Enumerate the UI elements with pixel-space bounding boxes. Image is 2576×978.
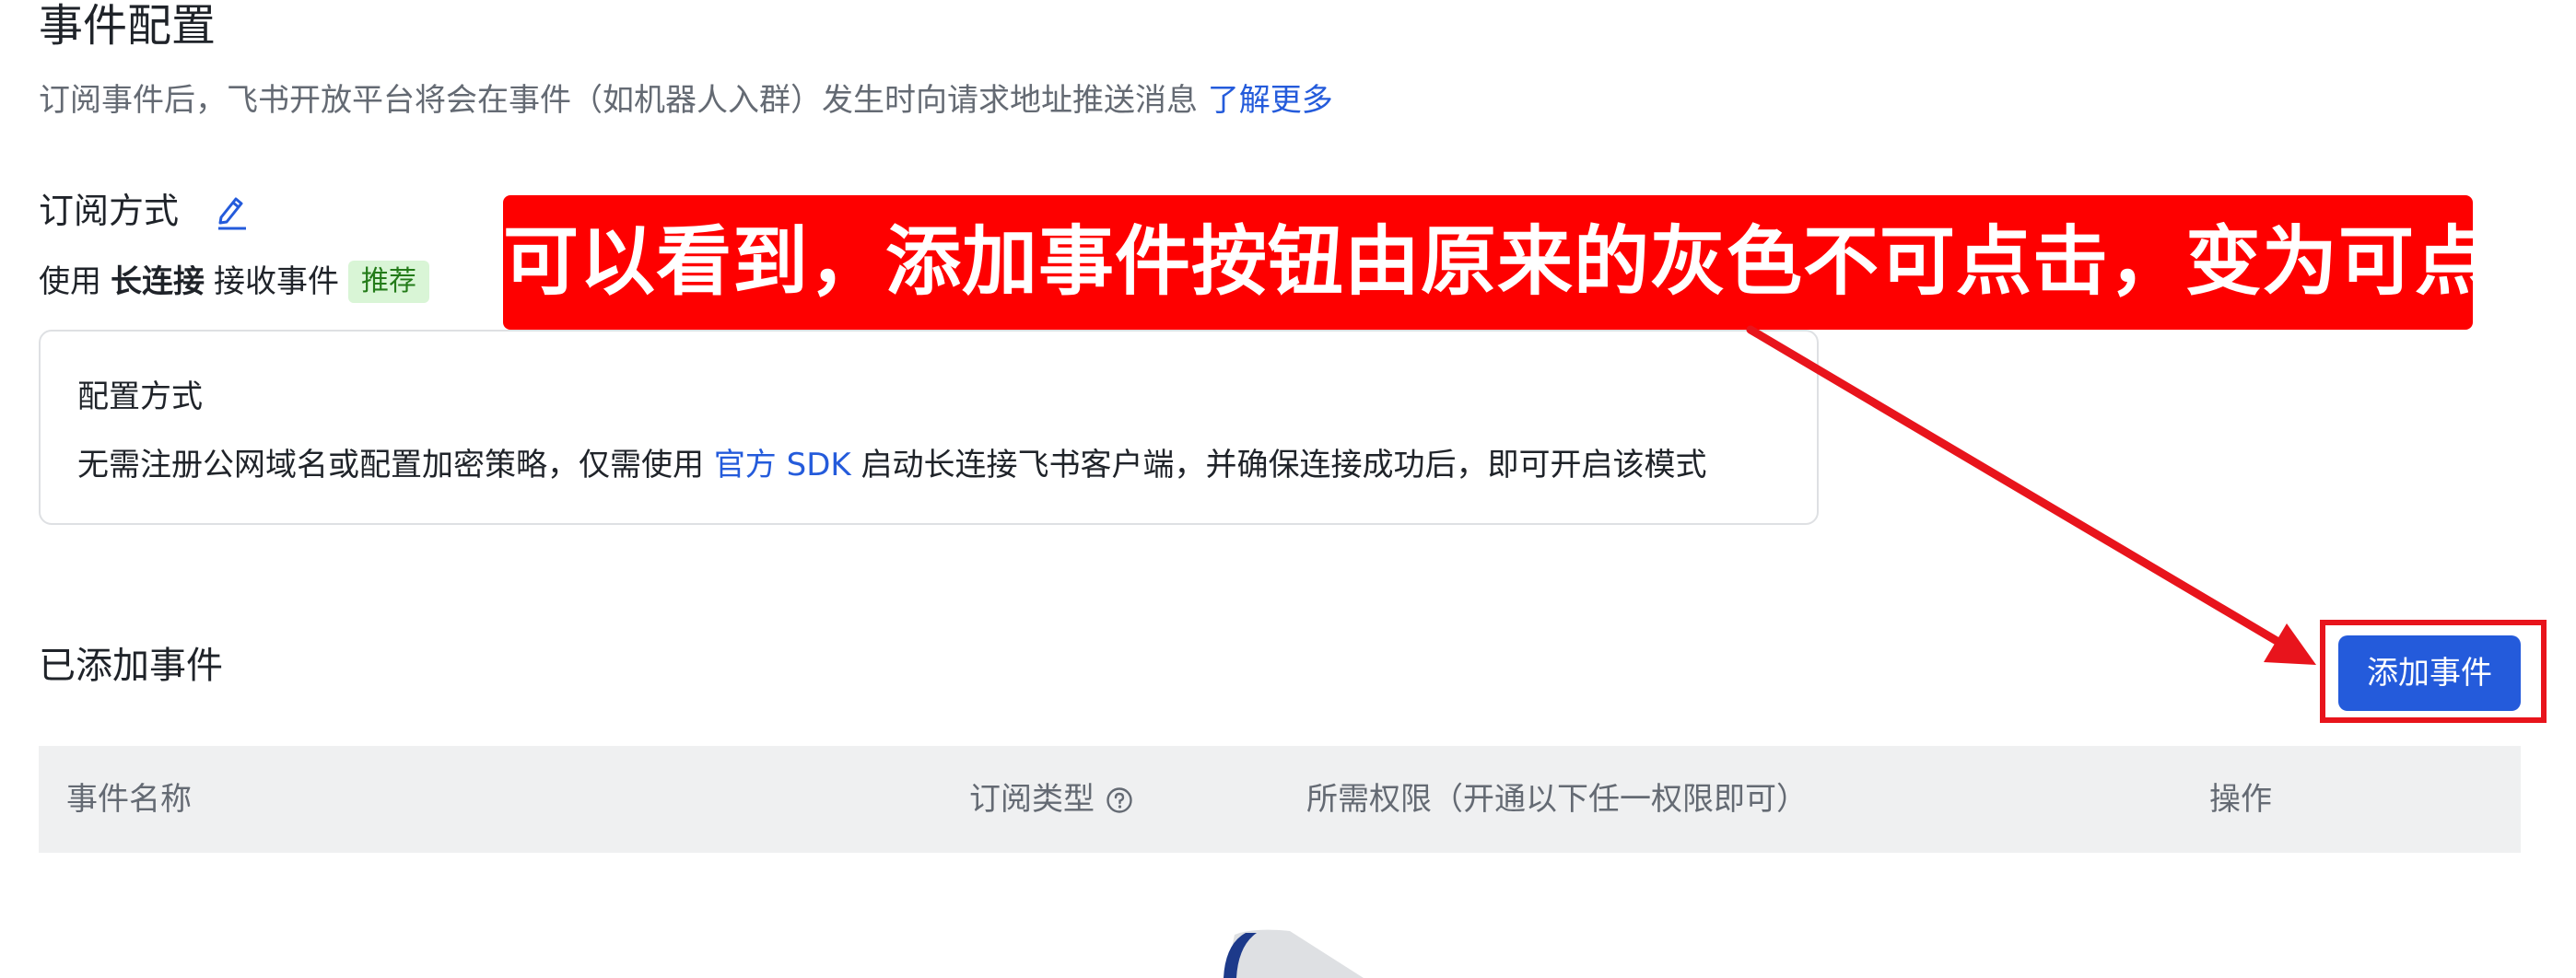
empty-state-illustration (1224, 929, 1364, 978)
page: 事件配置 订阅事件后，飞书开放平台将会在事件（如机器人入群）发生时向请求地址推送… (0, 0, 2576, 978)
annotation-arrow (1746, 325, 2316, 665)
